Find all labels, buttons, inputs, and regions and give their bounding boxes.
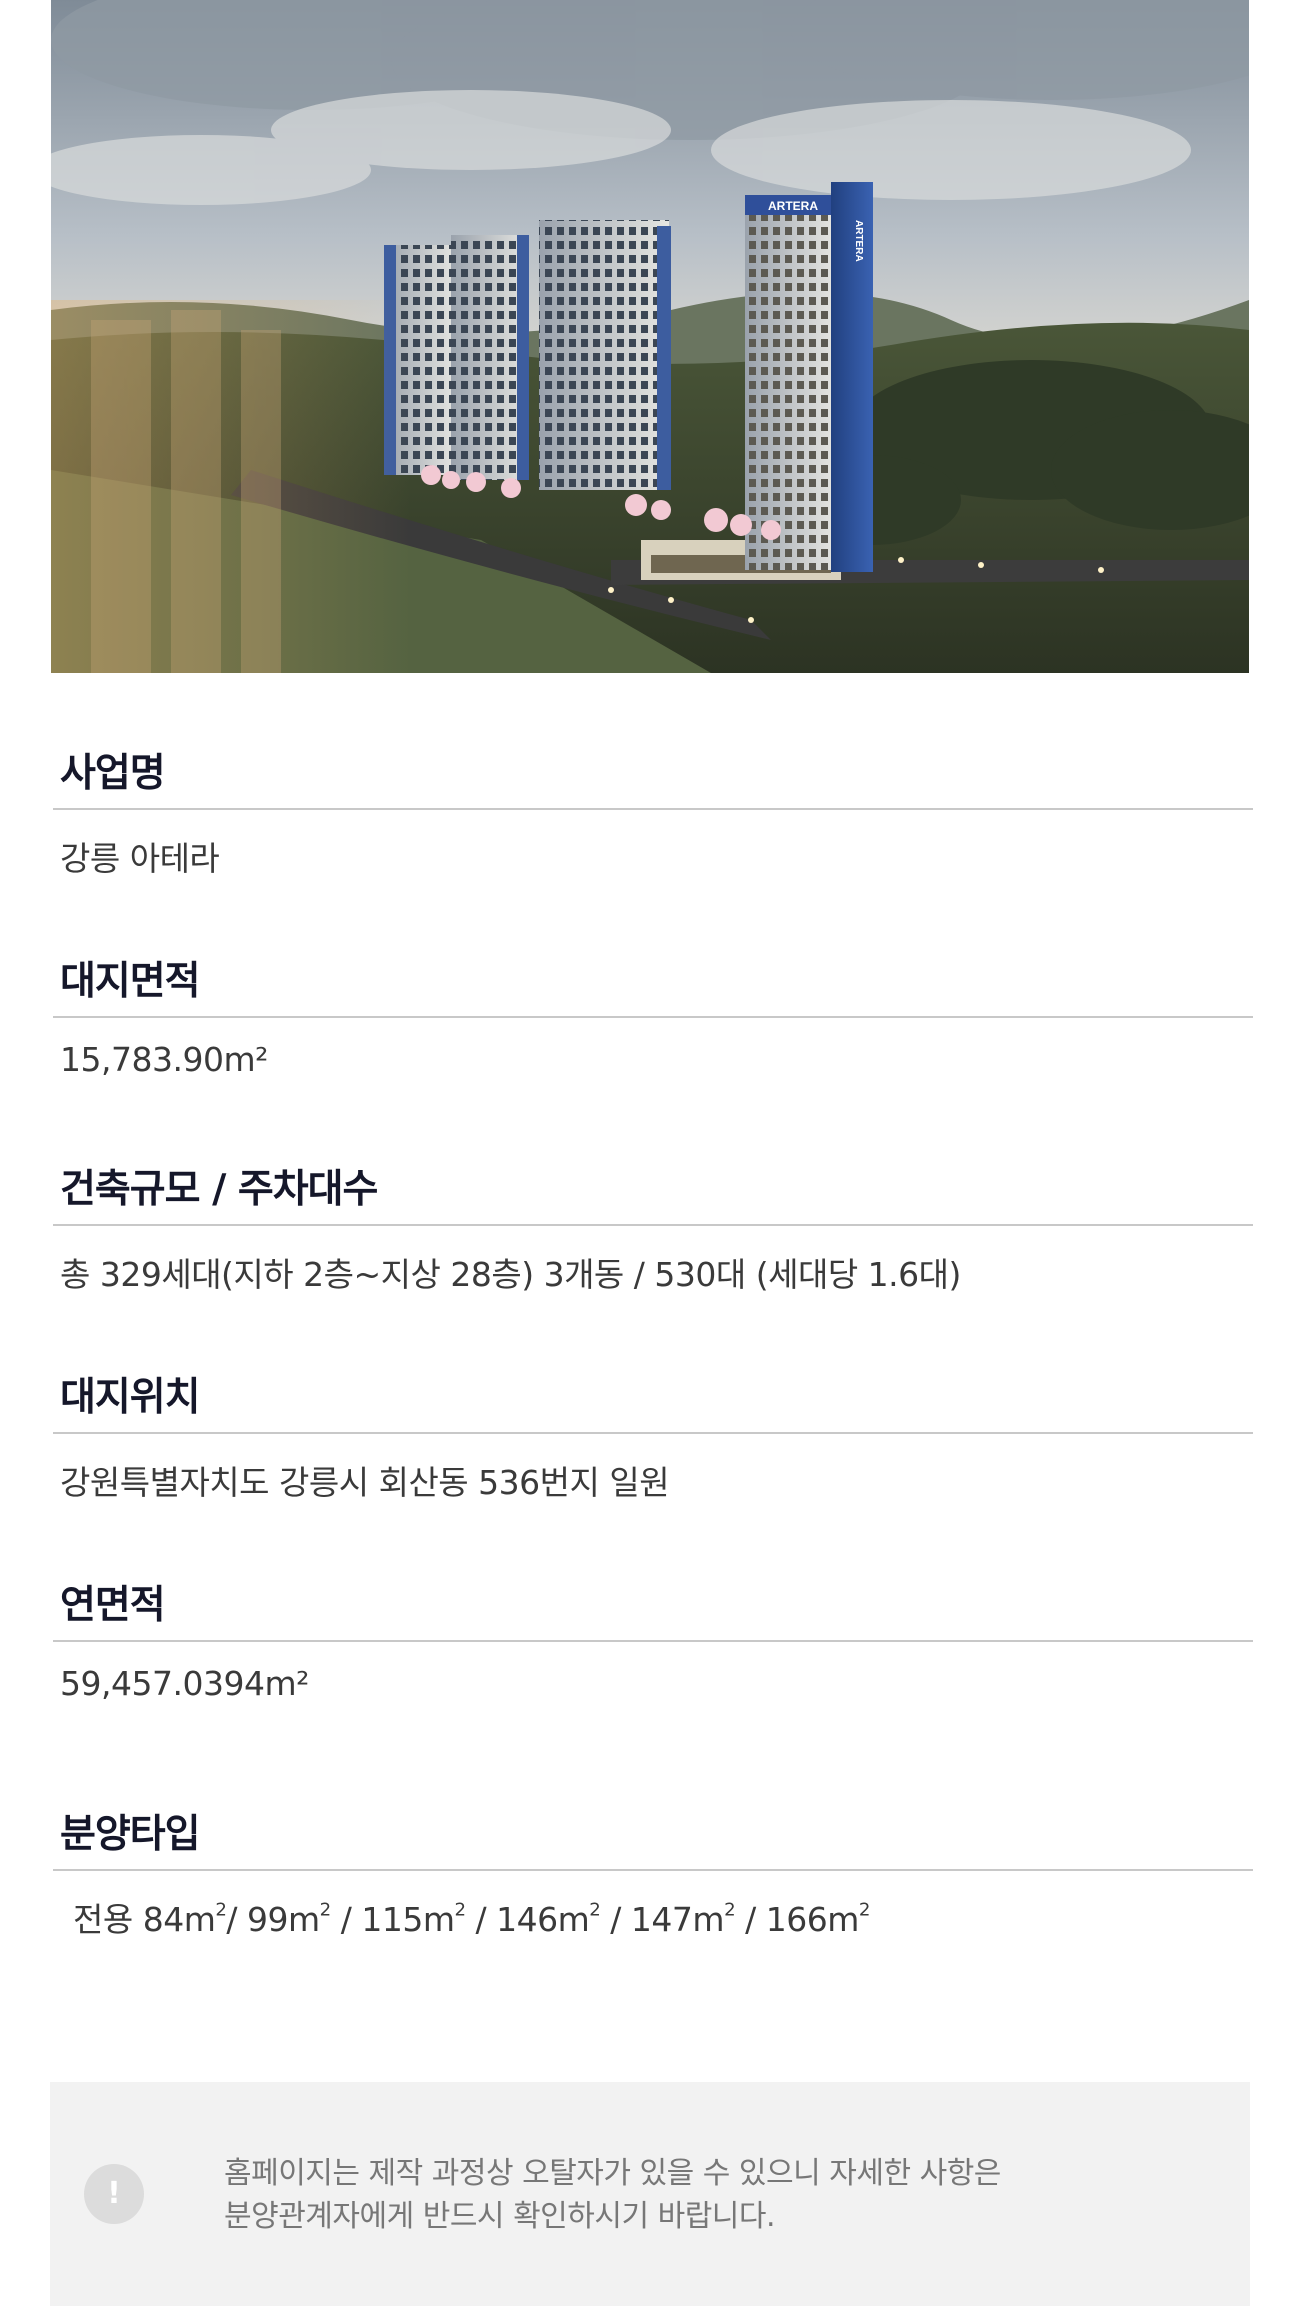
gross-floor-area-label: 연면적 (60, 1583, 166, 1628)
exclamation-icon: ! (84, 2164, 144, 2224)
type-166: 166m2 (765, 1899, 871, 1939)
sale-types-label: 분양타입 (60, 1812, 201, 1857)
info-row-project-name: 사업명 강릉 아테라 (53, 742, 1253, 882)
divider (53, 1016, 1253, 1018)
apartment-complex-rendering: ARTERA ARTERA (51, 0, 1249, 673)
notice-line-1: 홈페이지는 제작 과정상 오탈자가 있을 수 있으니 자세한 사항은 (224, 2156, 1001, 2191)
sale-types-prefix: 전용 (73, 1900, 133, 1939)
building-scale-value: 총 329세대(지하 2층~지상 28층) 3개동 / 530대 (세대당 1.… (60, 1255, 961, 1294)
hero-rendering-image: ARTERA ARTERA (51, 0, 1249, 673)
info-row-site-location: 대지위치 강원특별자치도 강릉시 회산동 536번지 일원 (53, 1366, 1253, 1506)
site-location-label: 대지위치 (60, 1375, 201, 1420)
type-84: 84m2 (142, 1899, 227, 1939)
sale-types-value: 전용 84m2/ 99m2 / 115m2 / 146m2 / 147m2 / … (73, 1899, 871, 1939)
divider (53, 1640, 1253, 1642)
site-area-label: 대지면적 (60, 959, 201, 1004)
info-row-sale-types: 분양타입 전용 84m2/ 99m2 / 115m2 / 146m2 / 147… (53, 1803, 1253, 1943)
notice-box: ! 홈페이지는 제작 과정상 오탈자가 있을 수 있으니 자세한 사항은 분양관… (50, 2082, 1250, 2306)
building-sign: ARTERA (768, 199, 818, 213)
type-147: 147m2 (630, 1899, 736, 1939)
type-99: 99m2 (247, 1899, 331, 1939)
project-name-label: 사업명 (60, 751, 166, 796)
type-115: 115m2 (361, 1899, 466, 1939)
divider (53, 808, 1253, 810)
divider (53, 1869, 1253, 1871)
info-row-gross-floor-area: 연면적 59,457.0394m² (53, 1574, 1253, 1714)
type-146: 146m2 (496, 1899, 601, 1939)
info-row-site-area: 대지면적 15,783.90m² (53, 950, 1253, 1090)
site-location-value: 강원특별자치도 강릉시 회산동 536번지 일원 (60, 1463, 670, 1502)
building-vertical-sign: ARTERA (853, 220, 864, 262)
gross-floor-area-value: 59,457.0394m² (60, 1664, 309, 1703)
divider (53, 1432, 1253, 1434)
project-name-value: 강릉 아테라 (60, 839, 220, 878)
info-row-building-scale: 건축규모 / 주차대수 총 329세대(지하 2층~지상 28층) 3개동 / … (53, 1158, 1253, 1298)
notice-line-2: 분양관계자에게 반드시 확인하시기 바랍니다. (224, 2199, 776, 2234)
site-area-value: 15,783.90m² (60, 1040, 268, 1079)
building-scale-label: 건축규모 / 주차대수 (60, 1167, 378, 1212)
divider (53, 1224, 1253, 1226)
notice-text: 홈페이지는 제작 과정상 오탈자가 있을 수 있으니 자세한 사항은 분양관계자… (224, 2152, 1184, 2238)
